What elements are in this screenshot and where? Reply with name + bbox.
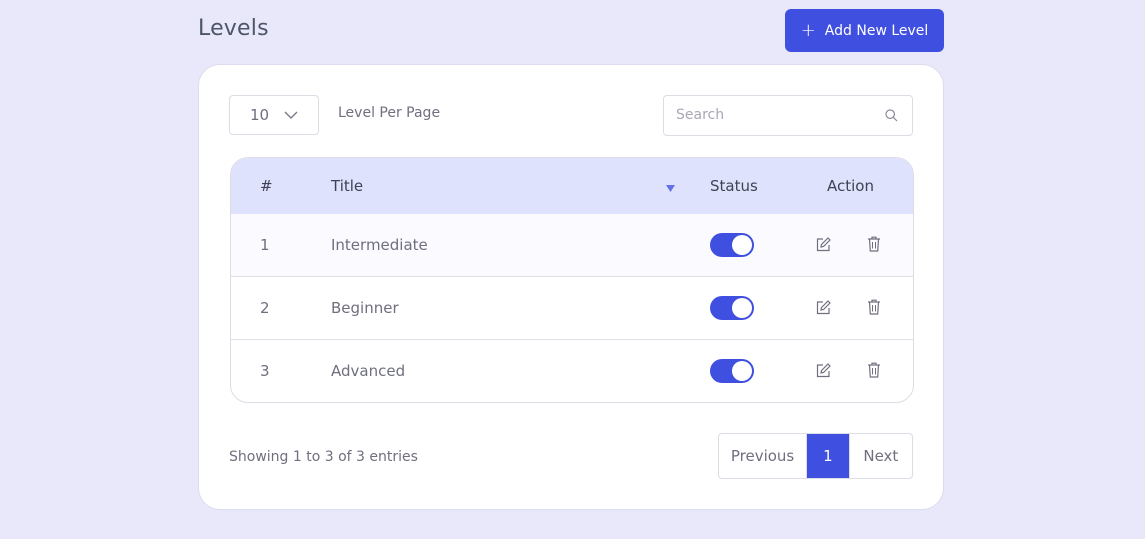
- search-input[interactable]: [674, 106, 878, 124]
- previous-page-button[interactable]: Previous: [719, 434, 808, 478]
- next-page-button[interactable]: Next: [848, 434, 912, 478]
- row-title: Advanced: [331, 362, 406, 380]
- per-page-select[interactable]: 10: [229, 95, 319, 135]
- header-status: Status: [710, 177, 758, 195]
- edit-icon[interactable]: [816, 237, 831, 252]
- row-num: 2: [260, 299, 270, 317]
- add-new-level-label: Add New Level: [824, 22, 929, 39]
- pagination: Previous 1 Next: [718, 433, 913, 479]
- table-row: 1 Intermediate: [231, 214, 913, 276]
- entries-info: Showing 1 to 3 of 3 entries: [229, 449, 418, 465]
- toggle-knob: [732, 298, 752, 318]
- header-title[interactable]: Title: [331, 177, 363, 195]
- trash-icon[interactable]: [867, 236, 881, 252]
- chevron-down-icon: [284, 111, 298, 119]
- row-num: 1: [260, 236, 270, 254]
- add-new-level-button[interactable]: + Add New Level: [785, 9, 944, 52]
- sort-down-icon[interactable]: [666, 185, 675, 192]
- trash-icon[interactable]: [867, 362, 881, 378]
- page-1-button[interactable]: 1: [807, 434, 849, 478]
- per-page-value: 10: [250, 106, 270, 124]
- header-num: #: [260, 177, 273, 195]
- toggle-knob: [732, 361, 752, 381]
- row-title: Intermediate: [331, 236, 428, 254]
- table-row: 2 Beginner: [231, 276, 913, 339]
- row-num: 3: [260, 362, 270, 380]
- search-icon: [885, 109, 898, 122]
- trash-icon[interactable]: [867, 299, 881, 315]
- row-title: Beginner: [331, 299, 399, 317]
- status-toggle[interactable]: [710, 296, 754, 320]
- status-toggle[interactable]: [710, 359, 754, 383]
- status-toggle[interactable]: [710, 233, 754, 257]
- table-header: # Title Status Action: [231, 158, 913, 214]
- levels-table: # Title Status Action 1 Intermediate 2 B…: [230, 157, 914, 403]
- toggle-knob: [732, 235, 752, 255]
- per-page-label: Level Per Page: [338, 105, 441, 121]
- page-title: Levels: [198, 16, 269, 41]
- table-row: 3 Advanced: [231, 339, 913, 402]
- levels-card: 10 Level Per Page # Title Status Action …: [198, 64, 944, 510]
- edit-icon[interactable]: [816, 300, 831, 315]
- search-box[interactable]: [663, 95, 913, 136]
- plus-icon: +: [800, 19, 816, 41]
- header-action: Action: [827, 177, 874, 195]
- edit-icon[interactable]: [816, 363, 831, 378]
